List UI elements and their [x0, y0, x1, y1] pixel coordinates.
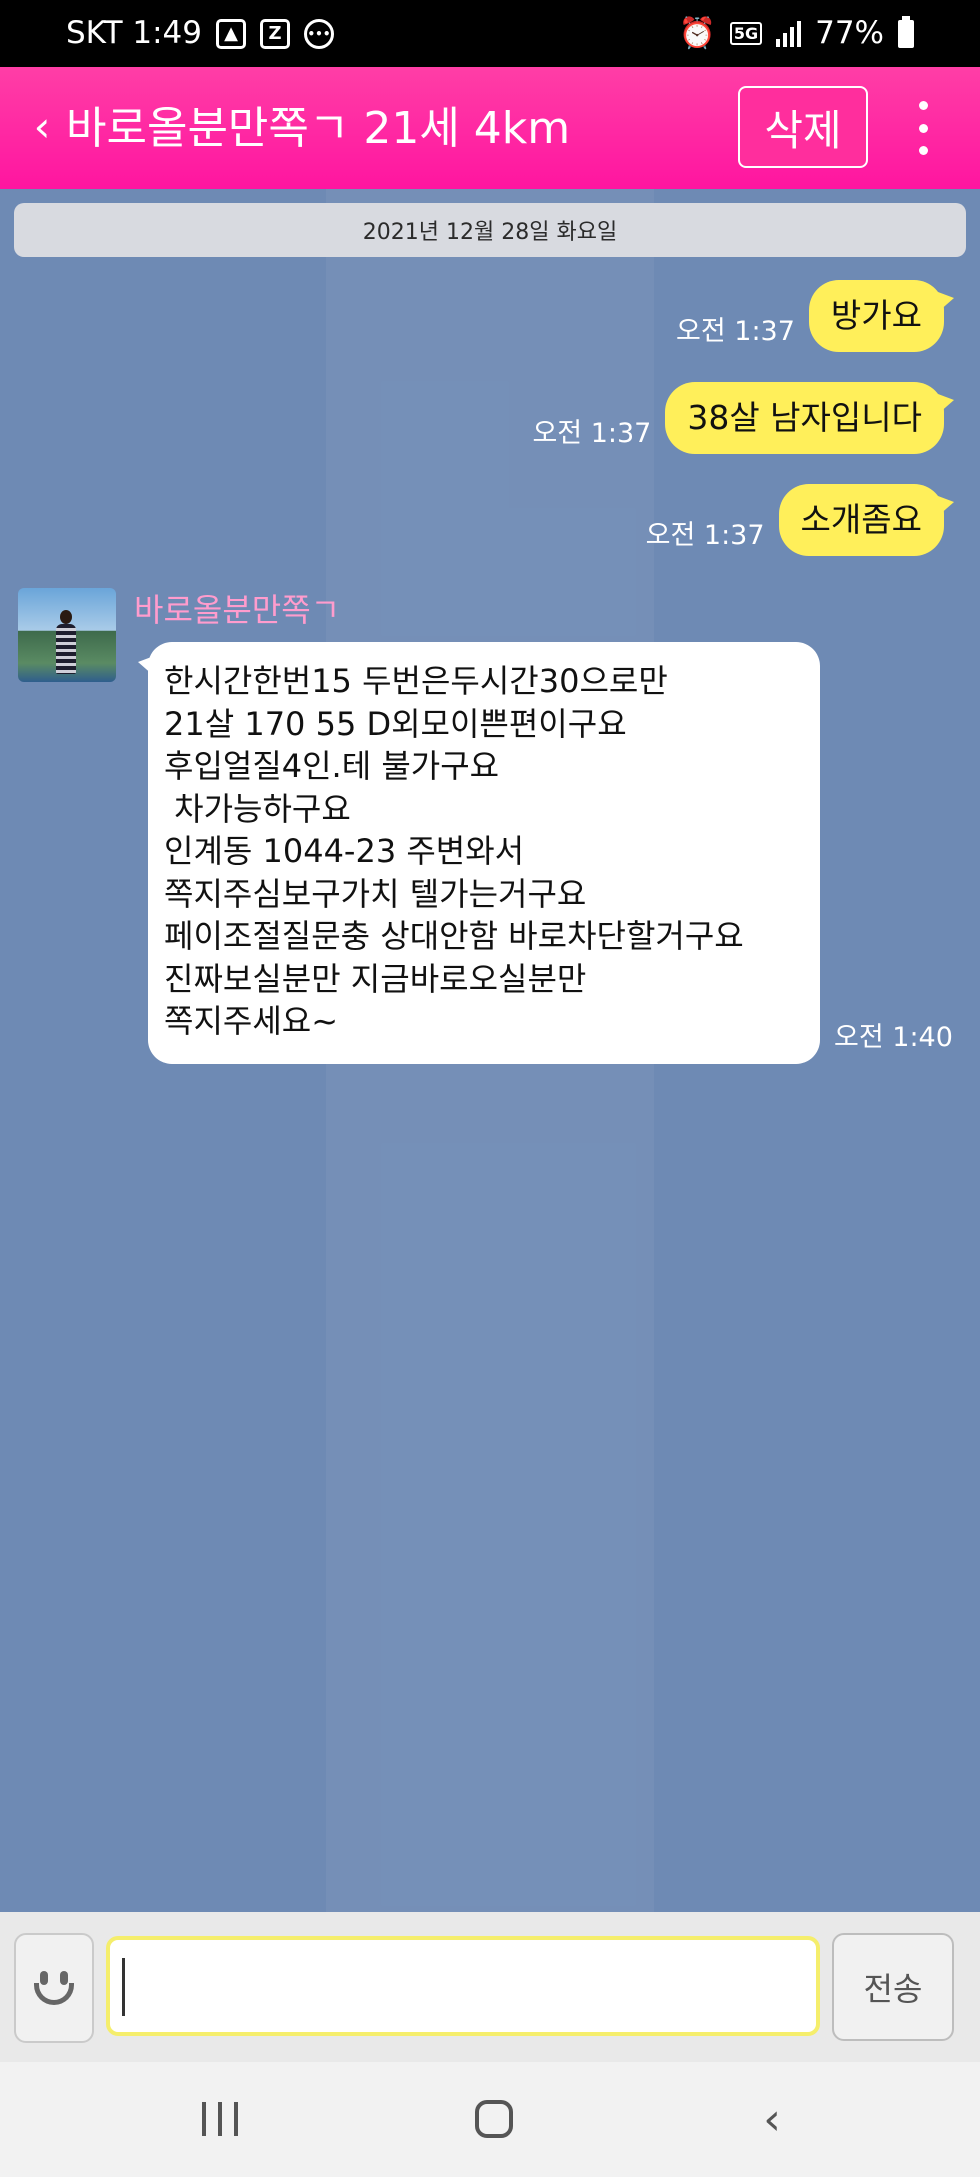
alarm-icon: ⏰	[678, 15, 716, 51]
outgoing-bubble[interactable]: 방가요	[808, 280, 955, 352]
message-line: 진짜보실분만 지금바로오실분만	[164, 959, 587, 998]
outgoing-bubble[interactable]: 38살 남자입니다	[665, 382, 954, 454]
message-time: 오전 1:37	[532, 418, 652, 449]
system-nav-bar: ‹	[0, 2062, 980, 2177]
message-line: 쪽지주심보구가치 텔가는거구요	[164, 874, 587, 913]
status-right: ⏰ 5G 77%	[678, 15, 914, 51]
delete-button[interactable]: 삭제	[738, 86, 868, 168]
emoji-button[interactable]	[14, 1933, 94, 2043]
message-line: 차가능하구요	[164, 789, 351, 828]
back-nav-icon[interactable]: ‹	[752, 2094, 792, 2145]
message-input-bar: 전송	[0, 1912, 980, 2062]
z-app-icon: Z	[260, 18, 291, 49]
message-line: 쪽지주세요~	[164, 1002, 339, 1040]
outgoing-message: 오전 1:37 방가요	[676, 280, 955, 352]
recent-apps-icon[interactable]	[202, 2102, 238, 2136]
status-left: SKT 1:49 ▲ Z •••	[66, 15, 335, 51]
status-bar: SKT 1:49 ▲ Z ••• ⏰ 5G 77%	[0, 0, 980, 67]
more-options-icon[interactable]	[908, 101, 938, 155]
message-line: 21살 170 55 D외모이쁜편이구요	[164, 704, 627, 743]
back-chevron-icon[interactable]: ‹	[20, 105, 64, 149]
outgoing-bubble[interactable]: 소개좀요	[778, 484, 955, 556]
battery-icon	[898, 15, 914, 48]
message-line: 후입얼질4인.테 불가구요	[164, 747, 500, 785]
message-line: 페이조절질문충 상대안함 바로차단할거구요	[164, 917, 744, 955]
message-line: 한시간한번15 두번은두시간30으로만	[164, 662, 668, 700]
message-time: 오전 1:40	[834, 1022, 953, 1053]
sender-avatar[interactable]	[18, 588, 116, 682]
signal-icon	[776, 20, 802, 47]
message-time: 오전 1:37	[676, 316, 795, 347]
chat-title: 바로올분만쪽ㄱ 21세 4km	[66, 103, 571, 154]
outgoing-message: 오전 1:37 소개좀요	[645, 484, 955, 556]
message-line: 인계동 1044-23 주변와서	[164, 832, 525, 870]
incoming-bubble[interactable]: 한시간한번15 두번은두시간30으로만 21살 170 55 D외모이쁜편이구요…	[138, 642, 820, 1064]
chat-area[interactable]: 2021년 12월 28일 화요일 오전 1:37 방가요 오전 1:37 38…	[0, 189, 980, 1912]
carrier-time: SKT 1:49	[66, 15, 203, 51]
5g-icon: 5G	[729, 22, 763, 45]
home-icon[interactable]	[475, 2100, 513, 2138]
chat-header: ‹ 바로올분만쪽ㄱ 21세 4km 삭제	[0, 67, 980, 189]
date-divider: 2021년 12월 28일 화요일	[14, 203, 966, 257]
message-input[interactable]	[106, 1936, 820, 2036]
message-badge-icon: •••	[304, 18, 335, 49]
avatar-person-figure	[56, 610, 76, 674]
send-button[interactable]: 전송	[832, 1933, 954, 2041]
battery-percent: 77%	[815, 15, 884, 51]
text-caret	[122, 1958, 125, 2016]
outgoing-message: 오전 1:37 38살 남자입니다	[532, 382, 954, 454]
message-time: 오전 1:37	[645, 520, 765, 551]
gallery-icon: ▲	[216, 18, 247, 49]
sender-name: 바로올분만쪽ㄱ	[134, 591, 341, 629]
